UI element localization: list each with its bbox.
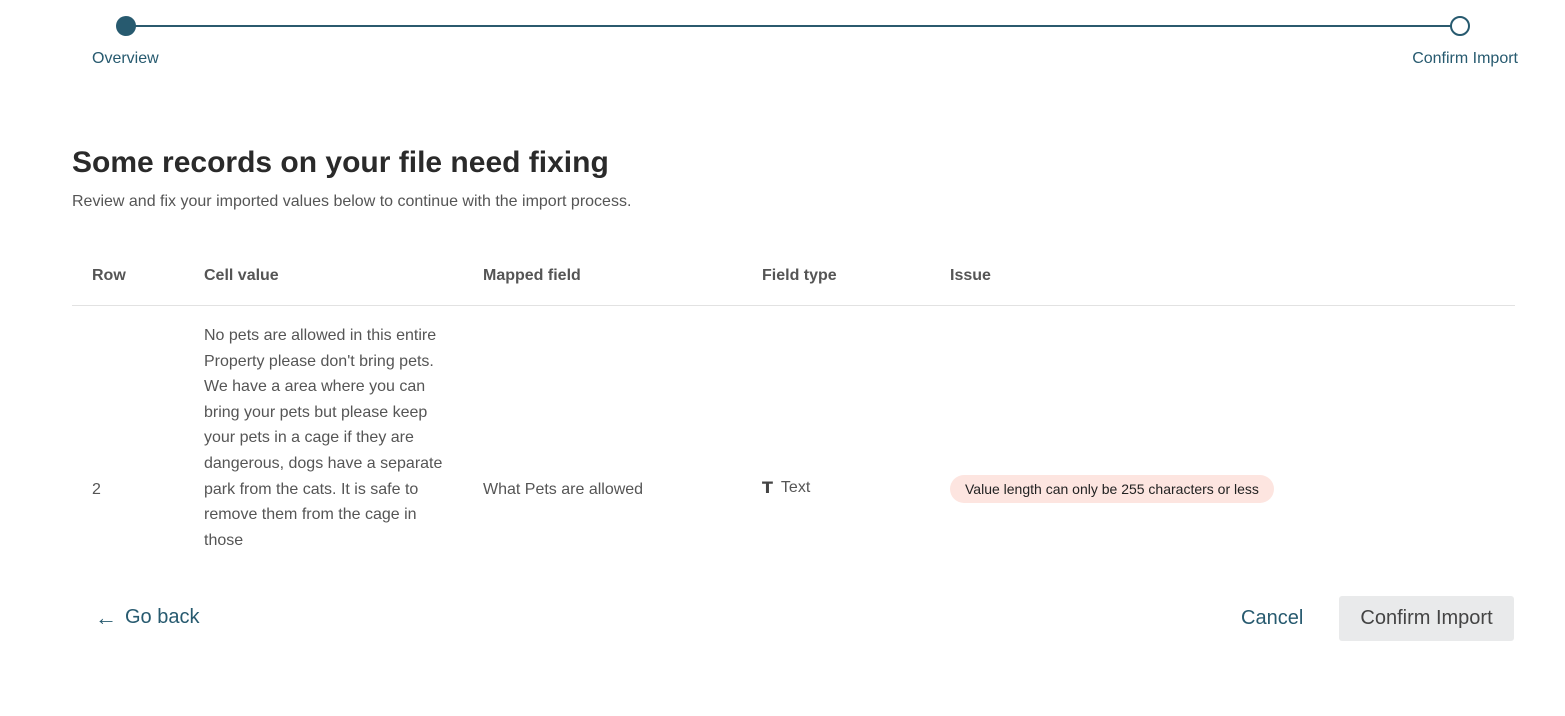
issue-cell: Value length can only be 255 characters … xyxy=(950,475,1274,503)
step-overview-dot xyxy=(116,16,136,36)
go-back-link[interactable]: ← Go back xyxy=(95,606,199,629)
table-header: Row Cell value Mapped field Field type I… xyxy=(72,252,1515,306)
mapped-field: What Pets are allowed xyxy=(483,481,644,498)
column-header-cell-value: Cell value xyxy=(204,267,279,284)
column-header-row: Row xyxy=(92,267,126,284)
row-number: 2 xyxy=(92,481,101,498)
step-confirm-label: Confirm Import xyxy=(1412,50,1518,67)
page-subtitle: Review and fix your imported values belo… xyxy=(72,193,632,210)
cell-value-text: No pets are allowed in this entire Prope… xyxy=(204,327,443,549)
table-row: 2 No pets are allowed in this entire Pro… xyxy=(72,306,1515,556)
confirm-import-button[interactable]: Confirm Import xyxy=(1339,596,1514,641)
cancel-button[interactable]: Cancel xyxy=(1241,607,1303,630)
go-back-label: Go back xyxy=(125,606,200,628)
step-confirm-dot xyxy=(1450,16,1470,36)
issues-table: Row Cell value Mapped field Field type I… xyxy=(72,252,1515,556)
arrow-left-icon: ← xyxy=(95,604,117,630)
field-type: T Text xyxy=(762,478,810,497)
column-header-mapped-field: Mapped field xyxy=(483,267,581,284)
page-title: Some records on your file need fixing xyxy=(72,146,609,179)
stepper-line xyxy=(126,25,1460,27)
field-type-label: Text xyxy=(780,478,811,496)
column-header-issue: Issue xyxy=(950,267,991,284)
step-overview-label: Overview xyxy=(92,50,159,67)
issue-badge: Value length can only be 255 characters … xyxy=(950,475,1274,503)
import-page: Overview Confirm Import Some records on … xyxy=(0,0,1565,716)
text-type-icon: T xyxy=(762,478,773,497)
column-header-field-type: Field type xyxy=(762,267,837,284)
